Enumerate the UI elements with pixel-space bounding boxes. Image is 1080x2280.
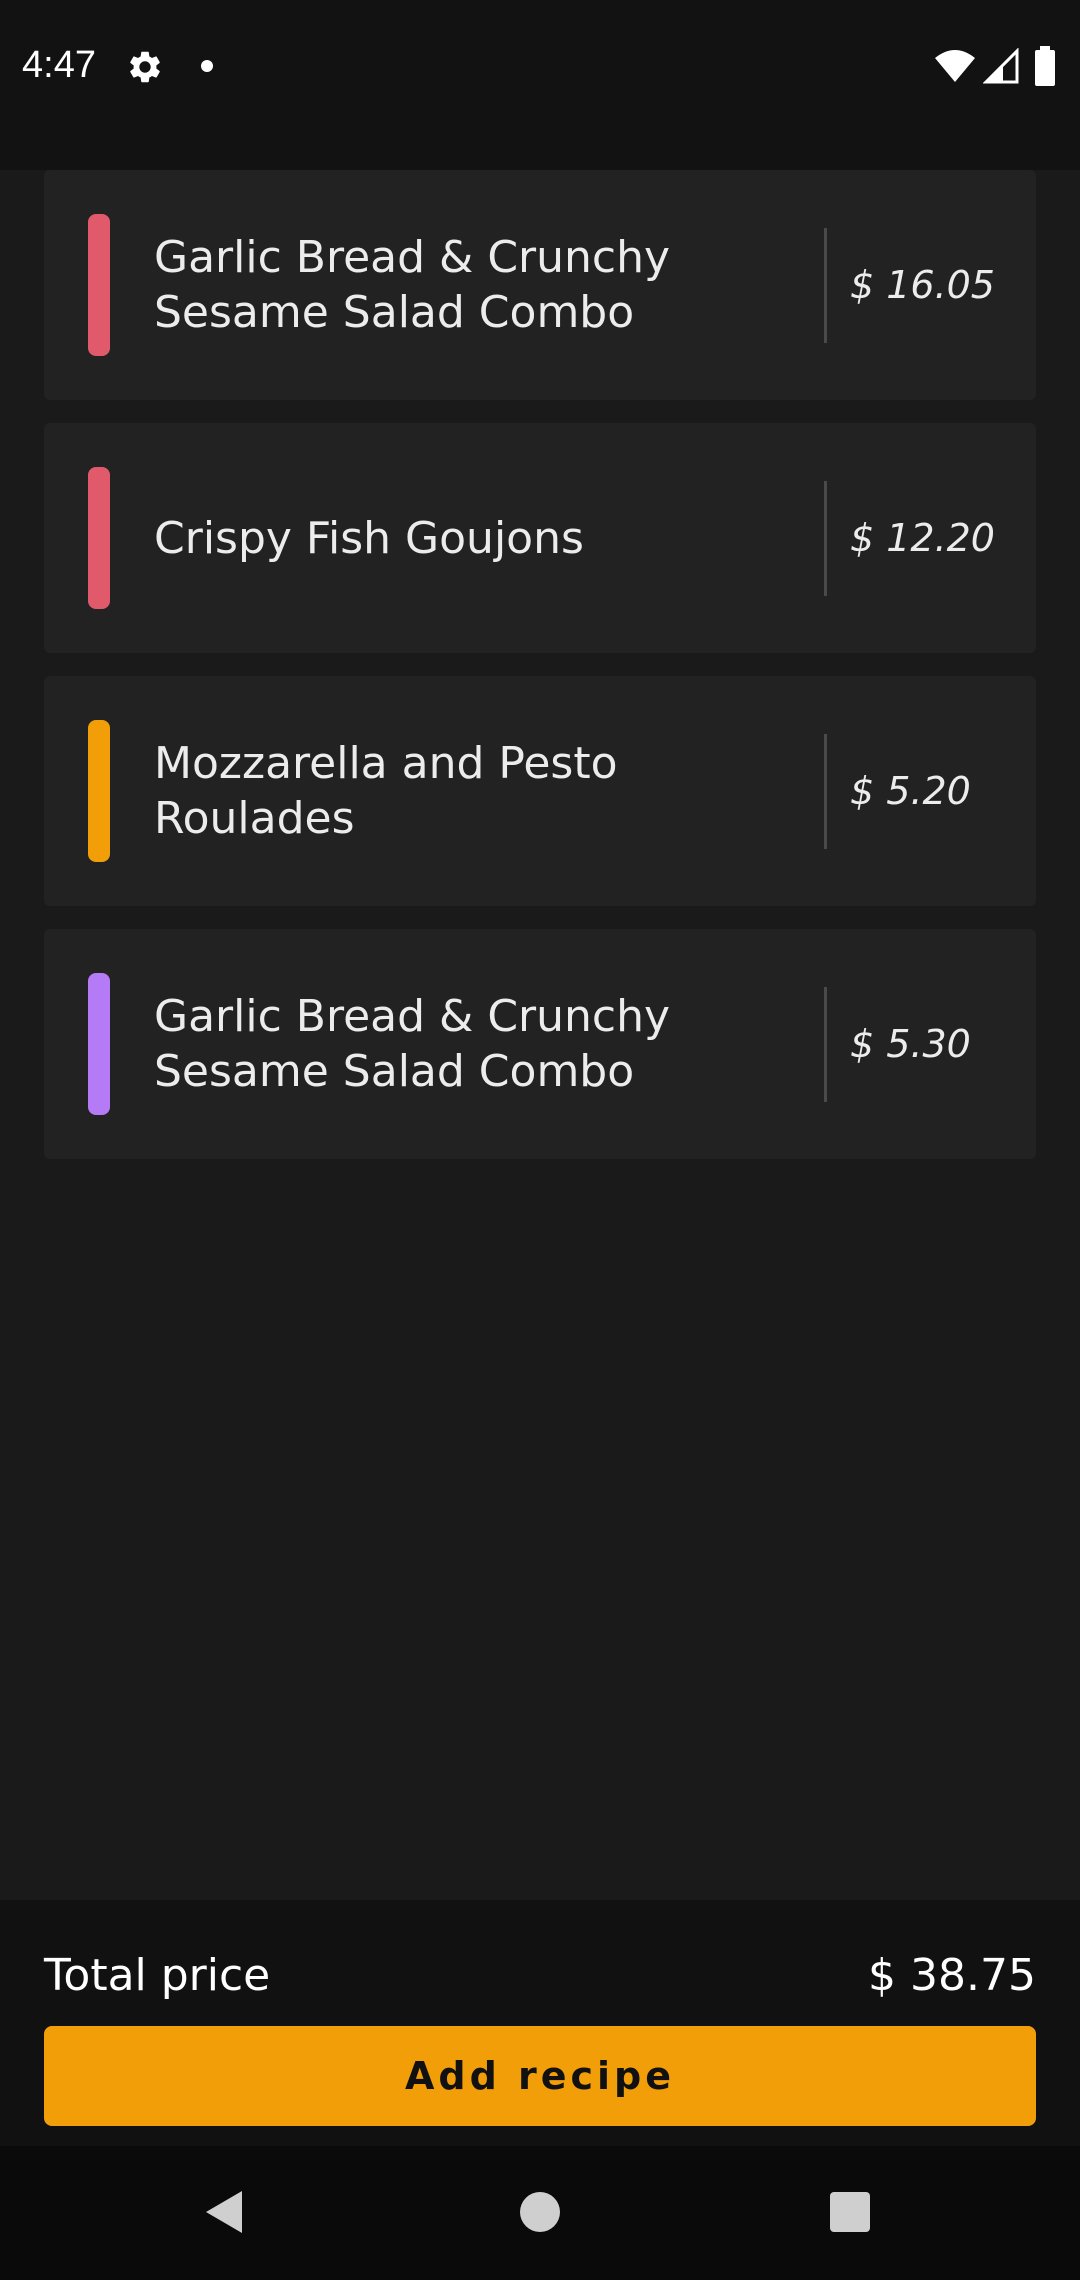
item-color-indicator <box>88 467 110 609</box>
item-price-value: 12.20 <box>886 516 995 560</box>
wifi-icon <box>934 48 976 88</box>
back-icon[interactable] <box>204 2189 244 2239</box>
item-color-indicator <box>88 720 110 862</box>
status-bar: 4:47 <box>0 0 1080 170</box>
item-price-currency: $ <box>850 769 875 813</box>
item-name: Garlic Bread & Crunchy Sesame Salad Comb… <box>154 232 671 338</box>
recents-icon[interactable] <box>830 2192 870 2232</box>
footer: Total price $ 38.75 Add recipe <box>0 1900 1080 2146</box>
item-divider <box>824 987 827 1102</box>
notification-dot-icon <box>201 60 213 72</box>
status-time: 4:47 <box>22 44 96 86</box>
cart-item[interactable]: Garlic Bread & Crunchy Sesame Salad Comb… <box>44 170 1036 400</box>
item-divider <box>824 228 827 343</box>
item-name: Crispy Fish Goujons <box>154 512 584 564</box>
item-price: $12.20 <box>850 423 1030 653</box>
item-price: $5.30 <box>850 929 1030 1159</box>
cart-item[interactable]: Garlic Bread & Crunchy Sesame Salad Comb… <box>44 929 1036 1159</box>
signal-icon <box>982 47 1019 88</box>
item-price: $16.05 <box>850 170 1030 400</box>
navigation-bar <box>0 2146 1080 2280</box>
item-price-currency: $ <box>850 516 875 560</box>
item-price-value: 5.30 <box>886 1022 971 1066</box>
item-price-currency: $ <box>850 1022 875 1066</box>
total-price-label: Total price <box>44 1950 271 2001</box>
cart-item[interactable]: Mozzarella and Pesto Roulades $5.20 <box>44 676 1036 906</box>
total-price-value: $ 38.75 <box>868 1950 1036 2001</box>
battery-icon <box>1034 46 1056 90</box>
cart-list: Garlic Bread & Crunchy Sesame Salad Comb… <box>44 170 1036 1182</box>
cart-item[interactable]: Crispy Fish Goujons $12.20 <box>44 423 1036 653</box>
gear-icon <box>126 48 164 90</box>
item-price: $5.20 <box>850 676 1030 906</box>
item-name: Mozzarella and Pesto Roulades <box>154 738 618 844</box>
add-recipe-button[interactable]: Add recipe <box>44 2026 1036 2126</box>
item-price-value: 5.20 <box>886 769 971 813</box>
item-name: Garlic Bread & Crunchy Sesame Salad Comb… <box>154 991 671 1097</box>
item-price-currency: $ <box>850 263 875 307</box>
item-divider <box>824 481 827 596</box>
home-icon[interactable] <box>520 2192 560 2232</box>
item-divider <box>824 734 827 849</box>
item-price-value: 16.05 <box>886 263 995 307</box>
item-color-indicator <box>88 973 110 1115</box>
item-color-indicator <box>88 214 110 356</box>
